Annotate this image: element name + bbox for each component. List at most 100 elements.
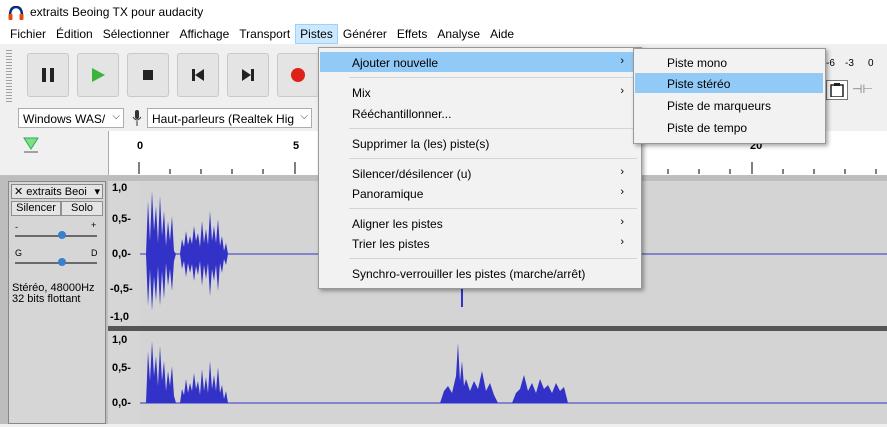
menu-transport[interactable]: Transport bbox=[234, 24, 295, 44]
menu-item-label: Panoramique bbox=[352, 187, 424, 201]
menu-item-ajouter-nouvelle[interactable]: Ajouter nouvelle › bbox=[320, 52, 638, 72]
stop-button[interactable] bbox=[127, 53, 169, 97]
trim-icon[interactable]: ⊣⊢ bbox=[852, 82, 873, 96]
submenu-item-piste-marqueurs[interactable]: Piste de marqueurs bbox=[635, 95, 823, 115]
menu-separator bbox=[349, 258, 637, 259]
submenu-item-piste-stereo[interactable]: Piste stéréo bbox=[635, 73, 823, 93]
waveform-right bbox=[140, 341, 887, 404]
menu-item-label: Synchro-verrouiller les pistes (marche/a… bbox=[352, 267, 586, 281]
pan-left-label: G bbox=[15, 248, 23, 258]
menu-item-reechantillonner[interactable]: Rééchantillonner... bbox=[320, 103, 638, 123]
gain-plus-label: + bbox=[91, 220, 97, 230]
chevron-right-icon: › bbox=[620, 55, 624, 67]
timeline-tick-label: 5 bbox=[293, 140, 300, 152]
chevron-right-icon: › bbox=[620, 186, 624, 198]
menu-separator bbox=[349, 208, 637, 209]
menu-analyse[interactable]: Analyse bbox=[432, 24, 485, 44]
pin-head-icon[interactable] bbox=[22, 136, 42, 154]
vruler-label: -1,0 bbox=[110, 311, 129, 323]
menu-item-mix[interactable]: Mix › bbox=[320, 82, 638, 102]
menu-edition[interactable]: Édition bbox=[51, 24, 98, 44]
menu-item-synchro-verrouiller[interactable]: Synchro-verrouiller les pistes (marche/a… bbox=[320, 263, 638, 283]
toolbar-grip[interactable] bbox=[6, 48, 12, 104]
timeline-header bbox=[0, 131, 109, 175]
meter-label: -3 bbox=[845, 58, 854, 69]
record-icon bbox=[291, 68, 305, 82]
output-device-select[interactable]: Haut-parleurs (Realtek Hig ⌵ bbox=[147, 108, 312, 128]
pan-slider[interactable] bbox=[15, 262, 97, 264]
menu-item-label: Silencer/désilencer (u) bbox=[352, 167, 472, 181]
menu-affichage[interactable]: Affichage bbox=[174, 24, 234, 44]
vruler-label: 0,5- bbox=[112, 213, 131, 225]
menu-item-label: Mix bbox=[352, 86, 371, 100]
ajouter-nouvelle-submenu: Piste mono Piste stéréo Piste de marqueu… bbox=[633, 48, 826, 144]
gain-slider-thumb[interactable] bbox=[58, 231, 66, 239]
submenu-item-piste-mono[interactable]: Piste mono bbox=[635, 52, 823, 72]
track-control-panel: ✕ extraits Beoi ▾ Silencer Solo - + G D S… bbox=[8, 181, 106, 424]
gain-slider[interactable] bbox=[15, 235, 97, 237]
chevron-right-icon: › bbox=[620, 85, 624, 97]
waveform-right-channel[interactable] bbox=[140, 331, 887, 424]
solo-button[interactable]: Solo bbox=[61, 201, 103, 216]
vruler-label: 0,0- bbox=[112, 248, 131, 260]
mute-button[interactable]: Silencer bbox=[11, 201, 61, 216]
menu-item-panoramique[interactable]: Panoramique › bbox=[320, 183, 638, 203]
record-button[interactable] bbox=[277, 53, 319, 97]
skip-to-start-button[interactable] bbox=[177, 53, 219, 97]
menu-aide[interactable]: Aide bbox=[485, 24, 519, 44]
track-name-menu[interactable]: ✕ extraits Beoi ▾ bbox=[11, 184, 103, 199]
menu-item-label: Ajouter nouvelle bbox=[352, 56, 439, 70]
pause-icon bbox=[42, 68, 54, 82]
menu-item-label: Rééchantillonner... bbox=[352, 107, 452, 121]
menu-item-trier[interactable]: Trier les pistes › bbox=[320, 233, 638, 253]
pause-button[interactable] bbox=[27, 53, 69, 97]
play-icon bbox=[92, 68, 105, 82]
pistes-dropdown-menu: Ajouter nouvelle › Mix › Rééchantillonner.… bbox=[318, 47, 642, 289]
title-bar: extraits Beoing TX pour audacity bbox=[0, 0, 887, 24]
chevron-down-icon: ⌵ bbox=[112, 111, 120, 122]
window-title: extraits Beoing TX pour audacity bbox=[30, 5, 204, 19]
vruler-label: 1,0 bbox=[112, 182, 128, 194]
track-name: extraits Beoi bbox=[26, 186, 87, 198]
meter-label: 0 bbox=[868, 58, 874, 69]
menu-pistes[interactable]: Pistes bbox=[295, 24, 338, 44]
menu-item-silencer[interactable]: Silencer/désilencer (u) › bbox=[320, 163, 638, 183]
menu-item-aligner[interactable]: Aligner les pistes › bbox=[320, 213, 638, 233]
chevron-right-icon: › bbox=[620, 236, 624, 248]
skip-start-icon bbox=[192, 69, 204, 81]
speaker-icon bbox=[132, 110, 142, 126]
menu-item-label: Supprimer la (les) piste(s) bbox=[352, 137, 490, 151]
menu-item-label: Aligner les pistes bbox=[352, 217, 443, 231]
audio-host-select[interactable]: Windows WAS/ ⌵ bbox=[18, 108, 124, 128]
stop-icon bbox=[143, 70, 153, 80]
menu-separator bbox=[349, 158, 637, 159]
menu-fichier[interactable]: Fichier bbox=[5, 24, 51, 44]
vruler-label: 1,0 bbox=[112, 334, 128, 346]
timeline-tick-label: 0 bbox=[137, 140, 144, 152]
pan-slider-thumb[interactable] bbox=[58, 258, 66, 266]
play-button[interactable] bbox=[77, 53, 119, 97]
menu-generer[interactable]: Générer bbox=[338, 24, 392, 44]
paste-button[interactable] bbox=[826, 80, 848, 100]
meter-label: -6 bbox=[826, 58, 835, 69]
chevron-down-icon: ⌵ bbox=[300, 111, 308, 122]
skip-end-icon bbox=[242, 69, 254, 81]
clipboard-icon bbox=[830, 83, 844, 97]
audio-host-value: Windows WAS/ bbox=[23, 112, 106, 126]
close-icon[interactable]: ✕ bbox=[14, 186, 23, 198]
menu-separator bbox=[349, 77, 637, 78]
menu-selectionner[interactable]: Sélectionner bbox=[98, 24, 175, 44]
vruler-label: 0,5- bbox=[112, 362, 131, 374]
skip-to-end-button[interactable] bbox=[227, 53, 269, 97]
audacity-logo-icon bbox=[8, 6, 24, 20]
menu-bar: Fichier Édition Sélectionner Affichage T… bbox=[0, 24, 887, 44]
vruler-label: 0,0- bbox=[112, 397, 131, 409]
menu-effets[interactable]: Effets bbox=[392, 24, 432, 44]
menu-item-label: Trier les pistes bbox=[352, 237, 430, 251]
track-info: Stéréo, 48000Hz 32 bits flottant bbox=[12, 283, 95, 305]
chevron-right-icon: › bbox=[620, 166, 624, 178]
menu-separator bbox=[349, 128, 637, 129]
menu-item-supprimer-pistes[interactable]: Supprimer la (les) piste(s) bbox=[320, 133, 638, 153]
track-bitdepth: 32 bits flottant bbox=[12, 293, 81, 305]
submenu-item-piste-tempo[interactable]: Piste de tempo bbox=[635, 117, 823, 137]
